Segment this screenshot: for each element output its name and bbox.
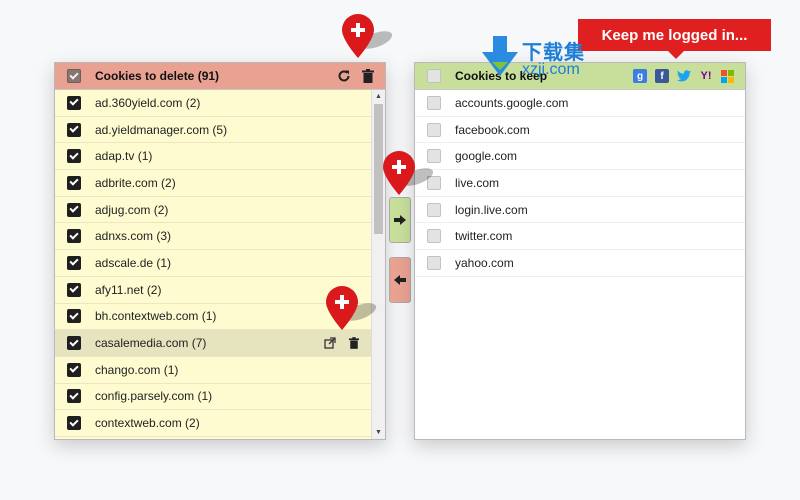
cookie-checkbox[interactable] bbox=[67, 309, 81, 324]
external-link-icon[interactable] bbox=[323, 336, 337, 350]
cookie-checkbox[interactable] bbox=[427, 122, 441, 137]
move-to-keep-button[interactable] bbox=[389, 197, 411, 243]
cookie-domain-label: config.parsely.com (1) bbox=[95, 389, 213, 404]
delete-panel-title: Cookies to delete (91) bbox=[95, 69, 220, 83]
delete-cookie-row[interactable]: ad.yieldmanager.com (5) bbox=[55, 117, 371, 144]
cookie-domain-label: login.live.com bbox=[455, 202, 528, 217]
cookie-checkbox[interactable] bbox=[427, 229, 441, 244]
cookie-domain-label: google.com bbox=[455, 149, 518, 164]
cookie-domain-label: adbrite.com (2) bbox=[95, 175, 176, 190]
cookie-checkbox[interactable] bbox=[67, 255, 81, 270]
cookie-domain-label: afy11.net (2) bbox=[95, 282, 162, 297]
cookie-checkbox[interactable] bbox=[67, 362, 81, 377]
cookie-domain-label: bh.contextweb.com (1) bbox=[95, 309, 217, 324]
cookie-checkbox[interactable] bbox=[67, 229, 81, 244]
cookie-domain-label: accounts.google.com bbox=[455, 95, 569, 110]
keep-logged-in-callout: Keep me logged in... bbox=[578, 19, 771, 59]
keep-cookie-row[interactable]: twitter.com bbox=[415, 223, 745, 251]
delete-cookie-row[interactable]: adbrite.com (2) bbox=[55, 170, 371, 197]
arrow-left-icon bbox=[394, 275, 406, 285]
keep-cookie-row[interactable]: login.live.com bbox=[415, 197, 745, 224]
yahoo-icon[interactable]: Y! bbox=[699, 69, 713, 83]
cookie-domain-label: contextweb.com (2) bbox=[95, 416, 200, 431]
keep-panel-header: Cookies to keep g f Y! bbox=[415, 63, 745, 90]
delete-panel-header: Cookies to delete (91) bbox=[55, 63, 385, 90]
cookie-checkbox[interactable] bbox=[67, 175, 81, 190]
cookie-domain-label: facebook.com bbox=[455, 122, 530, 137]
scroll-up-arrow[interactable]: ▲ bbox=[372, 90, 385, 103]
cookie-checkbox[interactable] bbox=[427, 95, 441, 110]
delete-cookie-row[interactable]: config.parsely.com (1) bbox=[55, 384, 371, 411]
keep-cookie-row[interactable]: google.com bbox=[415, 143, 745, 171]
cookies-to-delete-panel: Cookies to delete (91) ad.360yield.com (… bbox=[54, 62, 386, 440]
cookie-checkbox[interactable] bbox=[67, 149, 81, 164]
twitter-icon[interactable] bbox=[677, 69, 691, 83]
delete-cookie-row[interactable]: adnxs.com (3) bbox=[55, 223, 371, 251]
delete-cookie-row[interactable]: ad.360yield.com (2) bbox=[55, 90, 371, 117]
cookie-checkbox[interactable] bbox=[67, 95, 81, 110]
keep-cookie-list: accounts.google.com facebook.com google.co… bbox=[415, 90, 745, 439]
cookie-checkbox[interactable] bbox=[67, 416, 81, 431]
cookie-checkbox[interactable] bbox=[67, 389, 81, 404]
watermark-cn: 下载集 bbox=[522, 42, 585, 64]
keep-cookie-row[interactable]: facebook.com bbox=[415, 117, 745, 144]
row-trash-icon[interactable] bbox=[347, 336, 361, 350]
delete-cookie-row[interactable]: contextweb.com (2) bbox=[55, 410, 371, 437]
cookie-checkbox[interactable] bbox=[67, 282, 81, 297]
scroll-down-arrow[interactable]: ▼ bbox=[372, 426, 385, 439]
arrow-right-icon bbox=[394, 215, 406, 225]
cookie-domain-label: adnxs.com (3) bbox=[95, 229, 172, 244]
plus-pin-icon bbox=[383, 151, 434, 195]
callout-text: Keep me logged in... bbox=[601, 26, 748, 44]
cookie-domain-label: chango.com (1) bbox=[95, 362, 179, 377]
cookie-domain-label: adjug.com (2) bbox=[95, 202, 169, 217]
cookie-domain-label: casalemedia.com (7) bbox=[95, 336, 207, 351]
delete-cookie-list: ad.360yield.com (2) ad.yieldmanager.com (… bbox=[55, 90, 371, 439]
cookie-checkbox[interactable] bbox=[67, 202, 81, 217]
cookie-domain-label: live.com bbox=[455, 175, 500, 190]
cookie-domain-label: yahoo.com bbox=[455, 255, 514, 270]
delete-cookie-row[interactable]: chango.com (1) bbox=[55, 357, 371, 384]
select-all-delete-checkbox[interactable] bbox=[67, 69, 81, 83]
delete-cookie-row[interactable]: adscale.de (1) bbox=[55, 250, 371, 277]
plus-pin-icon bbox=[326, 286, 377, 330]
delete-list-scrollbar[interactable]: ▲ ▼ bbox=[371, 90, 385, 439]
cookie-domain-label: adap.tv (1) bbox=[95, 149, 153, 164]
trash-icon[interactable] bbox=[361, 69, 375, 83]
select-all-keep-checkbox[interactable] bbox=[427, 69, 441, 83]
keep-cookie-row[interactable]: yahoo.com bbox=[415, 250, 745, 277]
cookie-checkbox[interactable] bbox=[427, 202, 441, 217]
refresh-icon[interactable] bbox=[337, 69, 351, 83]
keep-cookie-row[interactable]: live.com bbox=[415, 170, 745, 197]
cookie-domain-label: ad.360yield.com (2) bbox=[95, 95, 201, 110]
plus-pin-icon bbox=[342, 14, 393, 58]
cookie-checkbox[interactable] bbox=[427, 255, 441, 270]
cookie-checkbox[interactable] bbox=[67, 336, 81, 351]
delete-cookie-row[interactable]: casalemedia.com (7) bbox=[55, 330, 371, 357]
keep-panel-title: Cookies to keep bbox=[455, 69, 548, 83]
google-icon[interactable]: g bbox=[633, 69, 647, 83]
move-to-delete-button[interactable] bbox=[389, 257, 411, 303]
delete-cookie-row[interactable]: adap.tv (1) bbox=[55, 143, 371, 171]
facebook-icon[interactable]: f bbox=[655, 69, 669, 83]
cookie-domain-label: ad.yieldmanager.com (5) bbox=[95, 122, 228, 137]
cookie-domain-label: twitter.com bbox=[455, 229, 513, 244]
keep-cookie-row[interactable]: accounts.google.com bbox=[415, 90, 745, 117]
windows-icon[interactable] bbox=[721, 69, 735, 83]
cookies-to-keep-panel: Cookies to keep g f Y! accounts.google.c… bbox=[414, 62, 746, 440]
cookie-domain-label: adscale.de (1) bbox=[95, 255, 172, 270]
cookie-checkbox[interactable] bbox=[67, 122, 81, 137]
delete-cookie-row[interactable]: adjug.com (2) bbox=[55, 197, 371, 224]
